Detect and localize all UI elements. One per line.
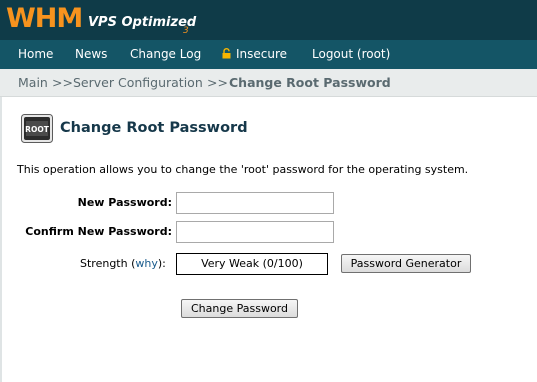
logo-tagline: VPS Optimized bbox=[88, 15, 197, 30]
breadcrumb-server-configuration[interactable]: Server Configuration bbox=[73, 69, 203, 97]
nav-home[interactable]: Home bbox=[18, 40, 53, 69]
strength-label: Strength (why): bbox=[80, 257, 166, 270]
content-border bbox=[0, 97, 2, 382]
strength-label-prefix: Strength ( bbox=[80, 257, 136, 270]
page-description: This operation allows you to change the … bbox=[17, 163, 469, 176]
root-icon-label: ROOT bbox=[25, 125, 50, 134]
logo-version: 3 bbox=[183, 26, 189, 36]
lock-icon bbox=[222, 48, 231, 59]
new-password-input[interactable] bbox=[176, 192, 334, 214]
strength-meter: Very Weak (0/100) bbox=[176, 253, 328, 275]
nav-change-log[interactable]: Change Log bbox=[130, 40, 201, 69]
new-password-label: New Password: bbox=[77, 196, 172, 209]
page-title: Change Root Password bbox=[60, 120, 248, 136]
nav-news[interactable]: News bbox=[75, 40, 107, 69]
nav-logout[interactable]: Logout (root) bbox=[312, 40, 390, 69]
nav-insecure[interactable]: Insecure bbox=[222, 40, 287, 69]
strength-label-suffix: ): bbox=[157, 257, 166, 270]
top-nav: Home News Change Log Insecure Logout (ro… bbox=[0, 40, 537, 69]
confirm-password-input[interactable] bbox=[176, 221, 334, 243]
change-password-button[interactable]: Change Password bbox=[181, 299, 298, 318]
breadcrumb-separator: >> bbox=[207, 75, 228, 90]
nav-insecure-label: Insecure bbox=[236, 47, 288, 61]
breadcrumb-separator: >> bbox=[52, 75, 73, 90]
whm-logo[interactable]: WHM bbox=[6, 3, 83, 35]
root-terminal-icon: ROOT bbox=[21, 114, 53, 143]
breadcrumb-main[interactable]: Main bbox=[18, 69, 48, 97]
confirm-password-label: Confirm New Password: bbox=[25, 225, 172, 238]
breadcrumb: Main >> Server Configuration >> Change R… bbox=[0, 69, 537, 97]
app-header: WHM VPS Optimized 3 bbox=[0, 0, 537, 40]
strength-why-link[interactable]: why bbox=[135, 257, 157, 270]
password-generator-button[interactable]: Password Generator bbox=[341, 254, 471, 273]
breadcrumb-current: Change Root Password bbox=[229, 75, 391, 90]
